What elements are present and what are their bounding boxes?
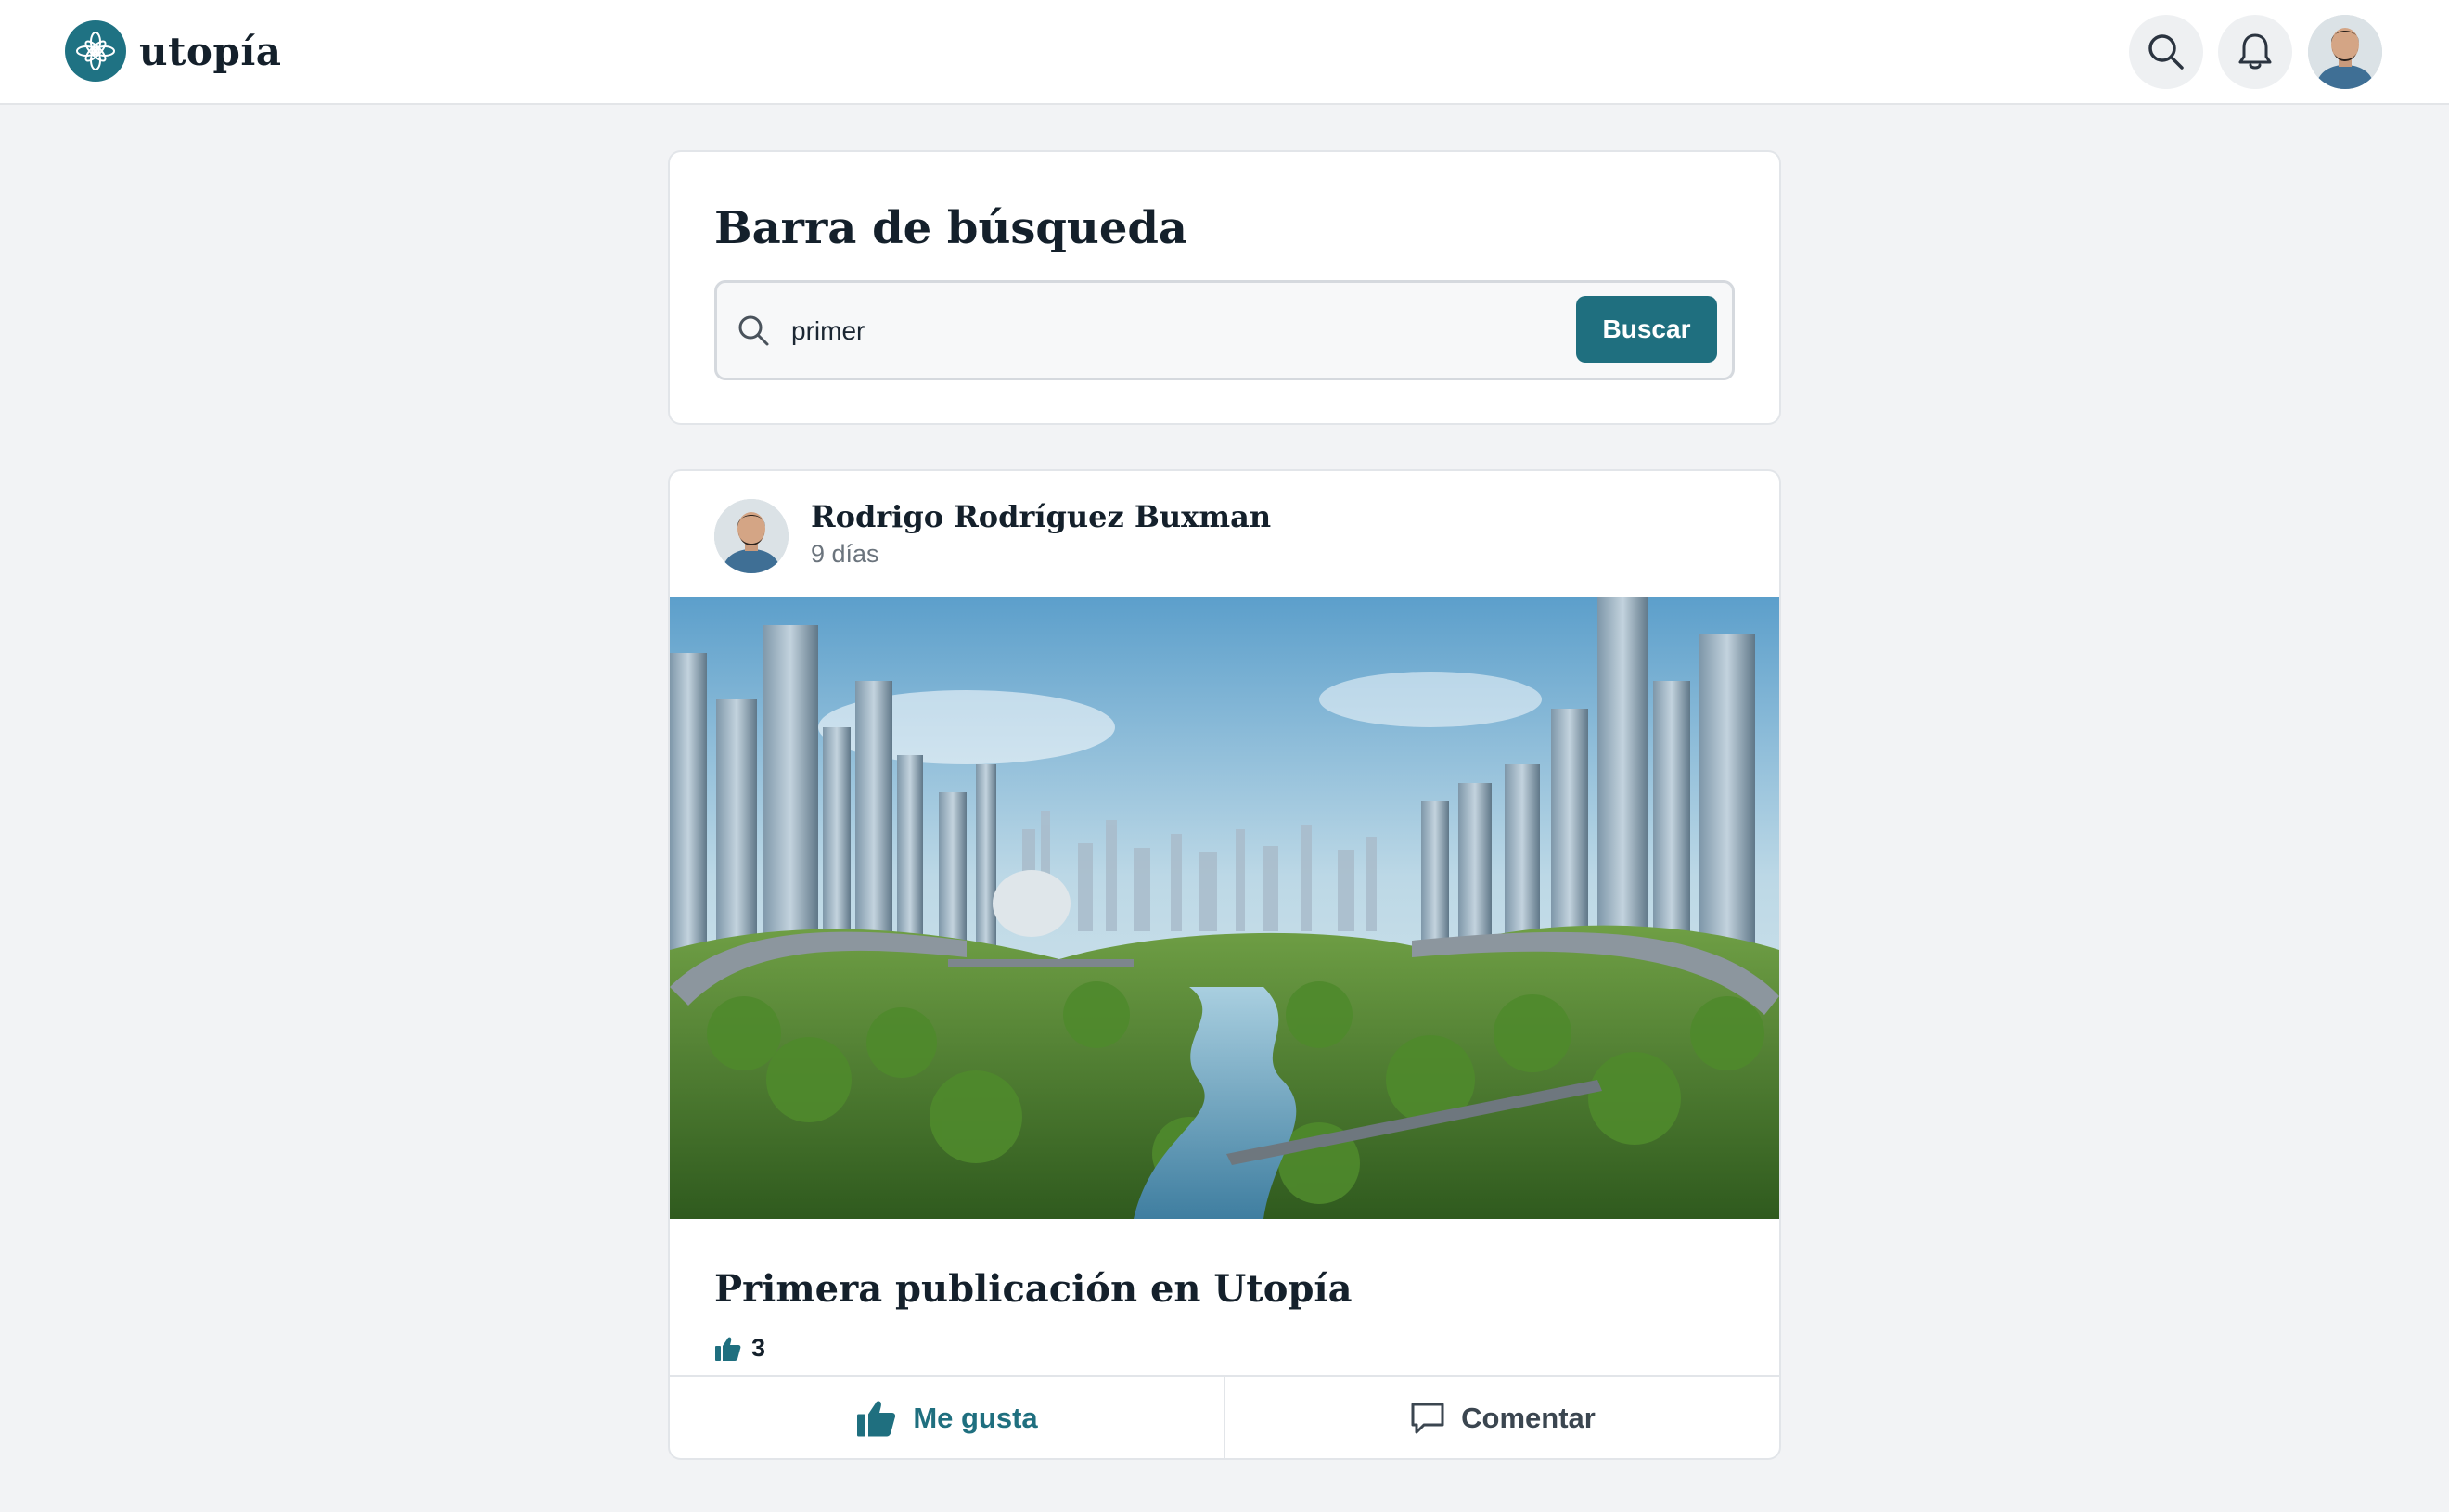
comment-button[interactable]: Comentar xyxy=(1225,1377,1779,1458)
thumbs-up-icon xyxy=(715,1337,741,1361)
thumbs-up-icon xyxy=(857,1401,896,1437)
post-actions: Me gusta Comentar xyxy=(670,1375,1779,1458)
author-avatar[interactable] xyxy=(714,499,789,573)
header-search-button[interactable] xyxy=(2129,15,2203,89)
comment-icon xyxy=(1411,1403,1444,1434)
likes-count: 3 xyxy=(751,1334,766,1362)
user-avatar[interactable] xyxy=(2308,15,2382,89)
notifications-button[interactable] xyxy=(2218,15,2292,89)
like-button[interactable]: Me gusta xyxy=(670,1377,1225,1458)
post-card: Rodrigo Rodríguez Buxman 9 días Primera … xyxy=(668,469,1781,1460)
bell-icon xyxy=(2238,33,2272,70)
top-navbar: utopía xyxy=(0,0,2449,105)
post-author-name[interactable]: Rodrigo Rodríguez Buxman xyxy=(811,499,1271,534)
likes-summary[interactable]: 3 xyxy=(714,1334,765,1363)
post-timestamp: 9 días xyxy=(811,540,879,568)
comment-button-label: Comentar xyxy=(1461,1402,1596,1434)
search-card: Barra de búsqueda Buscar xyxy=(668,150,1781,425)
logo-flower-icon xyxy=(65,20,126,82)
logo-text: utopía xyxy=(139,28,282,74)
search-bar: Buscar xyxy=(714,280,1735,380)
app-logo[interactable]: utopía xyxy=(65,20,282,82)
search-input[interactable] xyxy=(791,303,1571,359)
search-icon xyxy=(2148,34,2184,70)
search-icon xyxy=(738,315,769,346)
search-title: Barra de búsqueda xyxy=(714,202,1188,254)
post-title[interactable]: Primera publicación en Utopía xyxy=(714,1267,1353,1311)
like-button-label: Me gusta xyxy=(913,1402,1038,1434)
post-image[interactable] xyxy=(670,597,1779,1219)
search-button[interactable]: Buscar xyxy=(1576,296,1717,363)
